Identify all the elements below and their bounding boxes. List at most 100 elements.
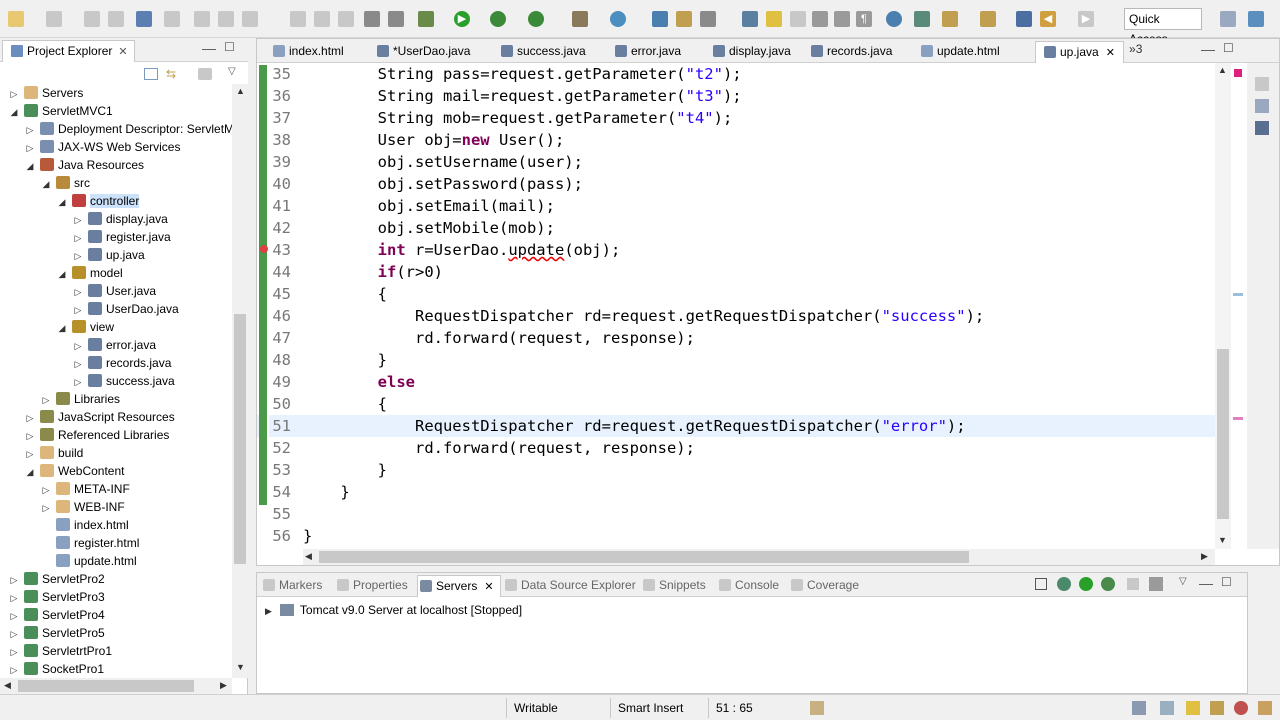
editor-tab[interactable]: up.java ✕: [1035, 41, 1124, 63]
tree-horizontal-scrollbar[interactable]: ◀ ▶: [0, 678, 232, 694]
expand-icon[interactable]: ▷: [40, 481, 52, 499]
minimize-icon[interactable]: —: [202, 40, 216, 56]
open-console-icon[interactable]: [136, 11, 152, 27]
close-tab-icon[interactable]: ✕: [1103, 47, 1115, 59]
server-list-item[interactable]: ▶ Tomcat v9.0 Server at localhost [Stoppe…: [265, 601, 522, 619]
tree-item[interactable]: ▷ build: [24, 444, 83, 462]
warning-marker[interactable]: [1233, 417, 1243, 420]
toggle-icon[interactable]: [388, 11, 404, 27]
coverage-icon[interactable]: [528, 11, 544, 27]
tree-item[interactable]: ▷ WEB-INF: [40, 498, 125, 516]
scroll-left-icon[interactable]: ◀: [4, 680, 11, 691]
start-server-icon[interactable]: [1079, 577, 1093, 591]
expand-icon[interactable]: ▷: [8, 607, 20, 625]
tree-item[interactable]: ▷ META-INF: [40, 480, 130, 498]
code-line[interactable]: 44 if(r>0): [257, 261, 1215, 283]
bottom-tab[interactable]: Properties: [335, 575, 408, 597]
debug-icon[interactable]: [418, 11, 434, 27]
code-line[interactable]: 41 obj.setEmail(mail);: [257, 195, 1215, 217]
project-explorer-tab[interactable]: Project Explorer ✕: [2, 40, 135, 62]
code-line[interactable]: 54 }: [257, 481, 1215, 503]
up-arrow-icon[interactable]: [980, 11, 996, 27]
editor-tab[interactable]: records.java: [803, 41, 892, 63]
tree-item[interactable]: ▷ Referenced Libraries: [24, 426, 169, 444]
code-line[interactable]: 38 User obj=new User();: [257, 129, 1215, 151]
code-line[interactable]: 36 String mail=request.getParameter("t3"…: [257, 85, 1215, 107]
run-icon[interactable]: ▶: [454, 11, 470, 27]
expand-icon[interactable]: ▷: [24, 139, 36, 157]
code-line[interactable]: 39 obj.setUsername(user);: [257, 151, 1215, 173]
tray-icon-6[interactable]: [1258, 701, 1272, 715]
scroll-thumb[interactable]: [234, 314, 246, 564]
panel-maximize-icon[interactable]: ☐: [1221, 575, 1232, 589]
editor-tab[interactable]: display.java: [705, 41, 791, 63]
tree-item[interactable]: ▷ Deployment Descriptor: ServletM: [24, 120, 232, 138]
editor-scroll-thumb[interactable]: [1217, 349, 1229, 519]
tree-item[interactable]: update.html: [40, 552, 137, 570]
expand-icon[interactable]: ▷: [24, 445, 36, 463]
expand-icon[interactable]: ▷: [72, 247, 84, 265]
new-wizard-icon[interactable]: [46, 11, 62, 27]
link-editor-icon[interactable]: ⇆: [166, 67, 176, 81]
tree-item[interactable]: ▷ ServletPro4: [8, 606, 105, 624]
outline-icon[interactable]: [1255, 77, 1269, 91]
search-icon[interactable]: [700, 11, 716, 27]
last-edit-icon[interactable]: [1016, 11, 1032, 27]
tree-item[interactable]: ▷ Libraries: [40, 390, 120, 408]
new-server-icon[interactable]: [572, 11, 588, 27]
scroll-left-icon[interactable]: ◀: [305, 551, 312, 562]
task-list-icon[interactable]: [1255, 99, 1269, 113]
tree-item[interactable]: ▷ ServletPro3: [8, 588, 105, 606]
mark-occurrences-icon[interactable]: [766, 11, 782, 27]
code-line[interactable]: 49 else: [257, 371, 1215, 393]
bottom-tab[interactable]: Snippets: [641, 575, 706, 597]
documentation-icon[interactable]: [1255, 121, 1269, 135]
tree-item[interactable]: ◢ Java Resources: [24, 156, 144, 174]
quick-access-input[interactable]: Quick Access: [1124, 8, 1202, 46]
expand-icon[interactable]: ▷: [8, 661, 20, 678]
expand-icon[interactable]: ▷: [24, 409, 36, 427]
new-icon[interactable]: [8, 11, 24, 27]
bottom-tab[interactable]: Servers ✕: [417, 575, 501, 597]
view-menu-icon[interactable]: ▽: [228, 66, 236, 77]
step-into-icon[interactable]: [290, 11, 306, 27]
tree-item[interactable]: ◢ model: [56, 264, 123, 282]
code-line[interactable]: 43 int r=UserDao.update(obj);: [257, 239, 1215, 261]
new-package-icon[interactable]: [652, 11, 668, 27]
scroll-up-icon[interactable]: ▲: [236, 86, 245, 96]
tree-item[interactable]: ▷ ServletPro2: [8, 570, 105, 588]
code-line[interactable]: 53 }: [257, 459, 1215, 481]
error-marker-icon[interactable]: [260, 245, 268, 253]
editor-tab[interactable]: index.html: [265, 41, 344, 63]
tree-item[interactable]: ▷ ServletrtPro1: [8, 642, 112, 660]
code-line[interactable]: 50 {: [257, 393, 1215, 415]
tray-icon-1[interactable]: [1132, 701, 1146, 715]
code-line[interactable]: 35 String pass=request.getParameter("t2"…: [257, 63, 1215, 85]
show-whitespace-icon[interactable]: [834, 11, 850, 27]
expand-icon[interactable]: ▷: [8, 625, 20, 643]
editor-vertical-scrollbar[interactable]: ▲ ▼: [1215, 63, 1231, 549]
tree-item[interactable]: ◢ WebContent: [24, 462, 125, 480]
tree-vertical-scrollbar[interactable]: ▲ ▼: [232, 84, 248, 678]
code-line[interactable]: 45 {: [257, 283, 1215, 305]
tree-item[interactable]: ▷ JavaScript Resources: [24, 408, 175, 426]
bottom-tab[interactable]: Console: [717, 575, 779, 597]
expand-icon[interactable]: ▷: [72, 337, 84, 355]
save-all-icon[interactable]: [108, 11, 124, 27]
editor-tab[interactable]: error.java: [607, 41, 681, 63]
code-line[interactable]: 52 rd.forward(request, response);: [257, 437, 1215, 459]
resume-icon[interactable]: [194, 11, 210, 27]
tree-item[interactable]: ▷ Servers: [8, 84, 83, 102]
expand-icon[interactable]: ▷: [8, 643, 20, 661]
occurrence-marker[interactable]: [1233, 293, 1243, 296]
error-overview-icon[interactable]: [1234, 69, 1242, 77]
terminate-icon[interactable]: [242, 11, 258, 27]
collapse-icon[interactable]: ◢: [24, 463, 36, 481]
editor-tab[interactable]: update.html: [913, 41, 1000, 63]
expand-icon[interactable]: ▷: [72, 373, 84, 391]
suspend-icon[interactable]: [218, 11, 234, 27]
maximize-icon[interactable]: ☐: [224, 40, 235, 54]
next-annotation-icon[interactable]: [914, 11, 930, 27]
down-arrow-icon[interactable]: [942, 11, 958, 27]
run-server-icon[interactable]: [490, 11, 506, 27]
